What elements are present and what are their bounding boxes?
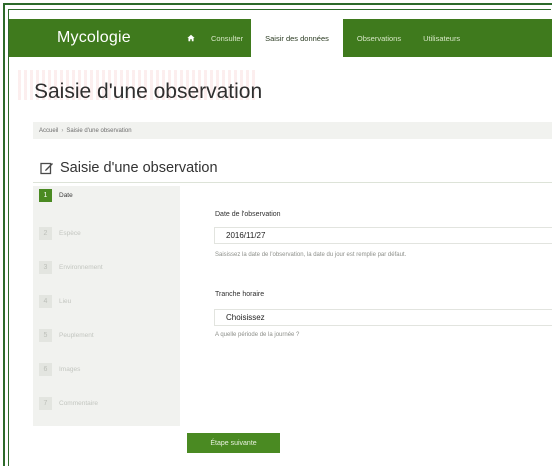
home-icon-glyph [187,34,195,42]
time-slot-label: Tranche horaire [215,291,265,298]
step-environnement[interactable]: 3 Environnement [39,261,103,274]
step-label: Images [59,366,81,373]
step-commentaire[interactable]: 7 Commentaire [39,397,98,410]
section-divider [33,182,552,183]
step-label: Environnement [59,264,103,271]
step-number: 6 [39,363,52,376]
time-slot-help-text: A quelle période de la journée ? [215,332,300,338]
brand-link[interactable]: Mycologie [9,19,177,57]
time-slot-select[interactable]: Choisissez [214,309,552,326]
date-help-text: Saisissez la date de l'observation, la d… [215,252,407,258]
breadcrumb-current: Saisie d'une observation [66,127,132,134]
nav-observations[interactable]: Observations [343,19,415,57]
step-number: 7 [39,397,52,410]
next-step-button[interactable]: Étape suivante [187,433,280,453]
step-espece[interactable]: 2 Espèce [39,227,81,240]
step-number: 5 [39,329,52,342]
edit-icon [40,162,53,175]
step-label: Commentaire [59,400,99,407]
nav-saisir-donnees[interactable]: Saisir des données [251,19,343,57]
step-label: Date [59,192,73,199]
breadcrumb-home[interactable]: Accueil [39,128,58,134]
step-label: Peuplement [59,332,94,339]
step-date[interactable]: 1 Date [39,189,73,202]
home-icon[interactable] [177,19,205,57]
page-title: Saisie d'une observation [34,80,263,103]
nav-utilisateurs[interactable]: Utilisateurs [415,19,468,57]
step-lieu[interactable]: 4 Lieu [39,295,71,308]
date-label: Date de l'observation [215,211,281,218]
breadcrumb: Accueil › Saisie d'une observation [33,122,552,139]
step-number: 4 [39,295,52,308]
breadcrumb-separator: › [61,127,64,134]
steps-panel: 1 Date 2 Espèce 3 Environnement 4 Lieu 5… [33,186,180,426]
step-images[interactable]: 6 Images [39,363,80,376]
navbar: Mycologie Consulter Saisir des données O… [9,19,552,57]
nav-consulter[interactable]: Consulter [205,19,251,57]
step-label: Espèce [59,230,81,237]
step-number: 1 [39,189,52,202]
step-peuplement[interactable]: 5 Peuplement [39,329,94,342]
step-label: Lieu [59,298,72,305]
date-input[interactable]: 2016/11/27 [214,227,552,244]
section-title-text: Saisie d'une observation [60,160,218,176]
step-number: 3 [39,261,52,274]
step-number: 2 [39,227,52,240]
section-title: Saisie d'une observation [40,160,218,176]
